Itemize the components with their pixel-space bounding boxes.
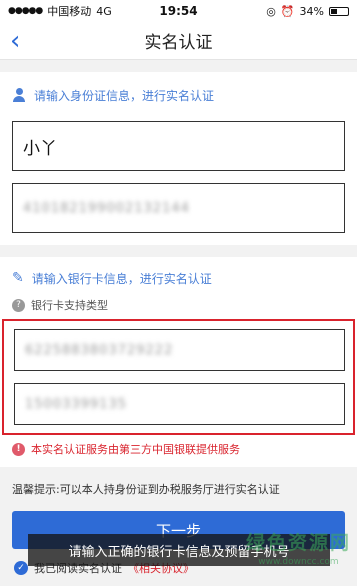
rotation-lock-icon: ◎ — [266, 4, 276, 18]
watermark-title: 绿色资源网 — [245, 532, 351, 554]
network-type: 4G — [96, 4, 112, 18]
battery-percent: 34% — [299, 4, 324, 18]
watermark: 绿色资源网 www.downcc.com — [246, 528, 351, 567]
status-time: 19:54 — [159, 4, 198, 18]
supported-cards-row[interactable]: ? 银行卡支持类型 — [12, 297, 345, 313]
bank-hint-row: ✎ 请输入银行卡信息，进行实名认证 — [12, 269, 345, 287]
name-input[interactable]: 小丫 — [12, 121, 345, 171]
alert-icon: ! — [12, 442, 25, 456]
unionpay-notice-row: ! 本实名认证服务由第三方中国银联提供服务 — [12, 441, 345, 457]
question-icon: ? — [12, 298, 25, 312]
check-icon[interactable]: ✓ — [14, 561, 28, 575]
status-left: ●●●●● 中国移动 4G — [8, 3, 112, 19]
supported-cards-label: 银行卡支持类型 — [31, 299, 108, 312]
id-number-value: 410182199002132144 — [23, 200, 190, 216]
unionpay-notice: 本实名认证服务由第三方中国银联提供服务 — [31, 443, 240, 456]
highlight-box: 6225883803729222 15003399135 — [2, 319, 355, 435]
signal-icon: ●●●●● — [8, 6, 43, 16]
page-title: 实名认证 — [144, 33, 213, 53]
nav-bar: ‹ 实名认证 — [0, 22, 357, 60]
bank-card-input[interactable]: 6225883803729222 — [14, 329, 345, 371]
status-right: ◎ ⏰ 34% — [266, 5, 349, 18]
back-arrow-icon[interactable]: ‹ — [10, 28, 20, 54]
bank-hint: 请输入银行卡信息，进行实名认证 — [31, 271, 212, 286]
carrier-name: 中国移动 — [47, 5, 92, 18]
warm-tip: 温馨提示:可以本人持身份证到办税服务厅进行实名认证 — [12, 483, 280, 496]
identity-hint-row: 请输入身份证信息，进行实名认证 — [12, 86, 345, 104]
battery-icon — [329, 6, 349, 16]
alarm-icon: ⏰ — [280, 4, 295, 18]
identity-section: 请输入身份证信息，进行实名认证 小丫 410182199002132144 — [0, 72, 357, 245]
status-bar: ●●●●● 中国移动 4G 19:54 ◎ ⏰ 34% — [0, 0, 357, 22]
watermark-url: www.downcc.com — [258, 557, 339, 567]
bank-section: ✎ 请输入银行卡信息，进行实名认证 ? 银行卡支持类型 622588380372… — [0, 257, 357, 467]
phone-value: 15003399135 — [25, 396, 127, 412]
user-icon — [12, 88, 26, 102]
bank-card-value: 6225883803729222 — [25, 342, 174, 358]
identity-hint: 请输入身份证信息，进行实名认证 — [34, 88, 215, 103]
id-number-input[interactable]: 410182199002132144 — [12, 183, 345, 233]
phone-input[interactable]: 15003399135 — [14, 383, 345, 425]
name-value: 小丫 — [23, 138, 57, 159]
bank-card-icon: ✎ — [12, 270, 24, 286]
